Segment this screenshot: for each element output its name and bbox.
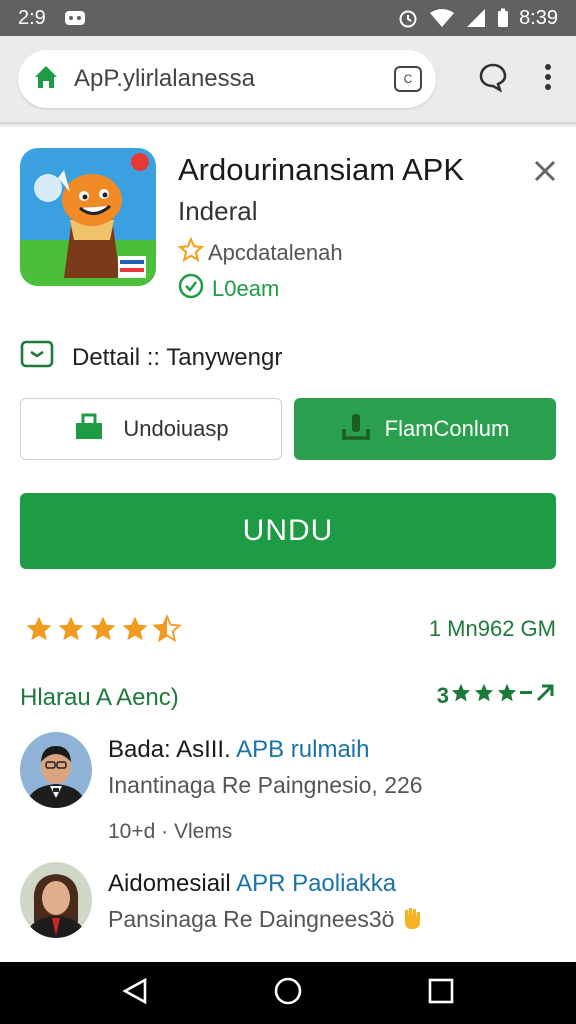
review-name: Aidomesiail APR Paoliakka	[108, 870, 396, 898]
check-circle-icon	[178, 273, 204, 305]
avatar[interactable]	[20, 862, 92, 938]
close-button[interactable]	[530, 158, 560, 188]
star-badge-icon	[177, 236, 205, 269]
avatar[interactable]	[20, 732, 92, 808]
home-nav-icon[interactable]	[273, 976, 303, 1011]
toolbar-shadow	[0, 122, 576, 128]
install-outline-label: Undoiuasp	[123, 416, 229, 441]
gamepad-icon	[64, 9, 86, 27]
review-subtitle: Inantinaga Re Paingnesio, 226	[108, 772, 423, 798]
close-icon[interactable]	[534, 160, 556, 187]
wifi-icon	[429, 8, 455, 28]
review-name: Bada: AsIII. APB rulmaih	[108, 736, 369, 764]
tab-switcher-icon[interactable]: C	[394, 66, 422, 92]
hand-emoji-icon	[401, 906, 423, 936]
status-time: 2:9	[18, 6, 46, 29]
star-icon	[450, 682, 472, 709]
detail-icon	[20, 340, 54, 375]
alarm-icon	[397, 7, 419, 29]
star-icon	[56, 614, 86, 649]
detail-row[interactable]: Dettail :: Tanywengr	[20, 340, 282, 375]
app-status-label: L0eam	[212, 276, 280, 301]
star-icon	[473, 682, 495, 709]
chat-icon[interactable]	[478, 62, 508, 97]
app-status-row: L0eam	[178, 273, 279, 305]
review-subtitle-text: Pansinaga Re Daingnees3ö	[108, 906, 395, 933]
app-rating-row: Apcdatalenah	[177, 236, 343, 269]
dash-icon	[519, 682, 533, 709]
bag-icon	[73, 411, 105, 447]
star-icon	[496, 682, 518, 709]
review-name-prefix: Bada: AsIII.	[108, 736, 231, 763]
review-meta: 10+d · Vlems	[108, 820, 233, 843]
download-count: 1 Mn962 GM	[428, 616, 556, 641]
status-bar: 2:9 8:39	[0, 0, 576, 36]
recents-icon[interactable]	[428, 978, 454, 1009]
star-icon	[120, 614, 150, 649]
browser-toolbar: ApP.ylirlalanessa C	[0, 36, 576, 122]
review-name-highlight[interactable]: APR Paoliakka	[236, 870, 396, 897]
download-green-button[interactable]: FlamConlum	[294, 398, 556, 460]
review-name-prefix: Aidomesiail	[108, 870, 231, 897]
battery-icon	[497, 8, 509, 28]
app-title: Ardourinansiam APK	[178, 152, 465, 187]
download-tray-icon	[341, 411, 371, 447]
rating-stars	[24, 614, 182, 649]
half-star-icon	[152, 614, 182, 649]
signal-icon	[465, 8, 487, 28]
reviews-stars: 3	[437, 682, 556, 709]
star-icon	[88, 614, 118, 649]
install-outline-button[interactable]: Undoiuasp	[20, 398, 282, 460]
app-developer[interactable]: Inderal	[178, 196, 258, 227]
review-subtitle: Pansinaga Re Daingnees3ö	[108, 906, 423, 936]
status-clock: 8:39	[519, 6, 558, 29]
review-name-highlight[interactable]: APB rulmaih	[236, 736, 369, 763]
download-green-label: FlamConlum	[384, 416, 510, 441]
reviews-stars-text: 3	[436, 682, 449, 708]
star-icon	[24, 614, 54, 649]
main-download-button[interactable]: UNDU	[20, 493, 556, 569]
home-icon[interactable]	[32, 63, 60, 96]
reviews-title: Hlarau A Aenc)	[20, 684, 179, 711]
app-rating-label: Apcdatalenah	[208, 240, 343, 265]
detail-label: Dettail :: Tanywengr	[72, 343, 283, 371]
url-text[interactable]: ApP.ylirlalanessa	[74, 65, 394, 93]
expand-arrow-icon[interactable]	[534, 682, 556, 709]
system-nav-bar	[0, 962, 576, 1024]
url-bar[interactable]: ApP.ylirlalanessa C	[18, 50, 436, 108]
more-options-icon[interactable]	[544, 63, 552, 96]
app-icon	[20, 148, 156, 286]
back-icon[interactable]	[122, 977, 148, 1010]
